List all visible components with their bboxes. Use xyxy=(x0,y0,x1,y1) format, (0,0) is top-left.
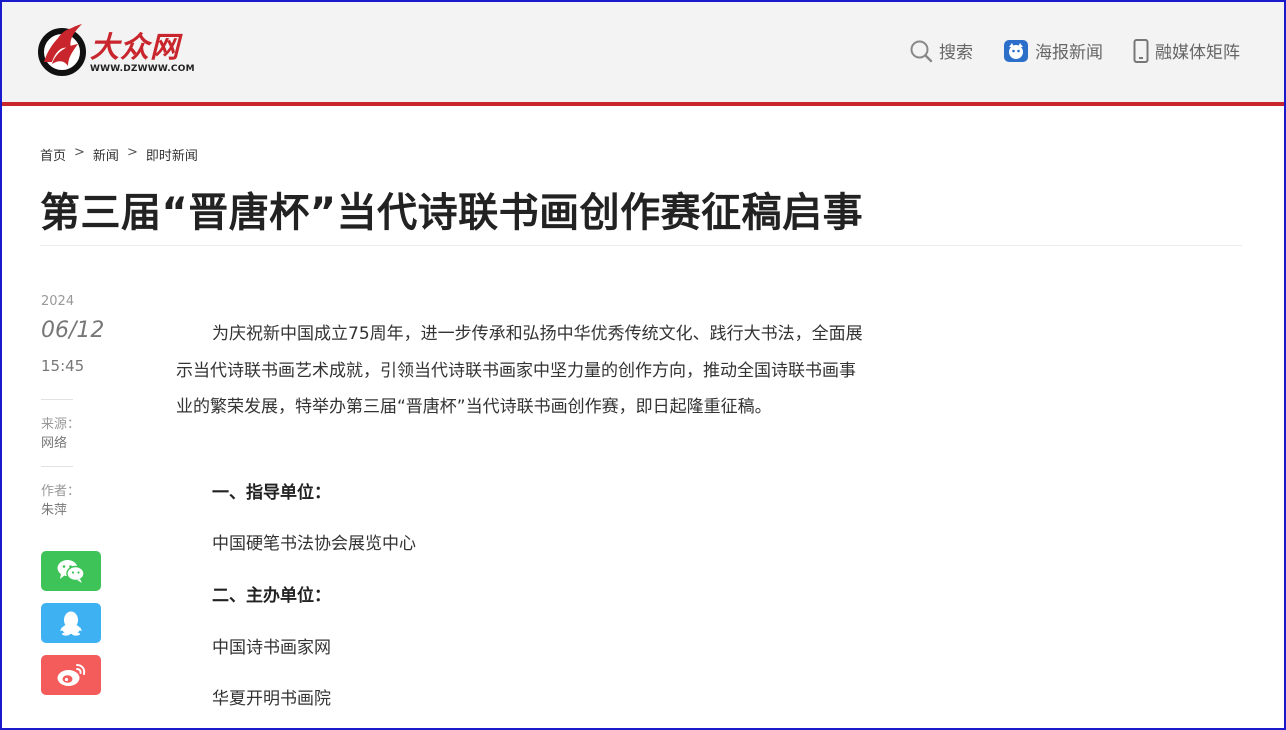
publish-year: 2024 xyxy=(41,294,75,309)
header-nav: 搜索 海报新闻 融媒体矩阵 xyxy=(909,38,1240,63)
meta-divider xyxy=(41,399,73,400)
header-accent-bar xyxy=(2,102,1284,106)
nav-poster-news[interactable]: 海报新闻 xyxy=(1003,38,1103,63)
source-value: 网络 xyxy=(41,436,68,451)
poster-news-icon xyxy=(1004,39,1028,62)
nav-media-matrix-label: 融媒体矩阵 xyxy=(1155,43,1240,63)
search-icon xyxy=(910,40,933,62)
section-heading: 二、主办单位： xyxy=(212,586,331,606)
section-item: 华夏开明书画院 xyxy=(212,689,331,709)
logo-emblem-icon xyxy=(38,24,86,76)
nav-search[interactable]: 搜索 xyxy=(909,38,973,63)
breadcrumb-instant-news[interactable]: 即时新闻 xyxy=(146,145,198,164)
publish-time: 15:45 xyxy=(41,357,85,375)
breadcrumb-separator: > xyxy=(126,145,138,160)
breadcrumb: 首页 > 新闻 > 即时新闻 xyxy=(40,145,198,164)
share-wechat-button[interactable] xyxy=(41,551,101,591)
wechat-icon xyxy=(57,560,85,583)
article-body: 为庆祝新中国成立75周年，进一步传承和弘扬中华优秀传统文化、践行大书法，全面展示… xyxy=(176,316,866,709)
share-weibo-button[interactable] xyxy=(41,655,101,695)
breadcrumb-home[interactable]: 首页 xyxy=(40,145,66,164)
breadcrumb-news[interactable]: 新闻 xyxy=(93,145,119,164)
phone-icon xyxy=(1133,38,1149,63)
weibo-icon xyxy=(57,664,86,686)
publish-date: 06/12 xyxy=(41,318,105,343)
qq-icon xyxy=(60,611,82,636)
nav-media-matrix[interactable]: 融媒体矩阵 xyxy=(1133,38,1240,63)
browser-frame: 大众网 WWW.DZWWW.COM 搜索 海报新闻 融媒体矩阵 首页 > 新闻 … xyxy=(0,0,1286,730)
logo-text: 大众网 xyxy=(90,30,181,64)
author-label: 作者： xyxy=(41,484,81,499)
logo-url: WWW.DZWWW.COM xyxy=(90,64,195,74)
author-value: 朱萍 xyxy=(41,503,68,518)
meta-divider xyxy=(41,466,73,467)
source-label: 来源： xyxy=(41,417,81,432)
nav-poster-news-label: 海报新闻 xyxy=(1035,43,1103,63)
nav-search-label: 搜索 xyxy=(939,43,973,63)
site-logo[interactable]: 大众网 WWW.DZWWW.COM xyxy=(38,22,195,78)
section-item: 中国诗书画家网 xyxy=(212,638,331,658)
section-item: 中国硬笔书法协会展览中心 xyxy=(212,534,416,554)
article-intro-paragraph: 为庆祝新中国成立75周年，进一步传承和弘扬中华优秀传统文化、践行大书法，全面展示… xyxy=(176,324,863,417)
site-header: 大众网 WWW.DZWWW.COM 搜索 海报新闻 融媒体矩阵 xyxy=(2,2,1284,102)
title-divider xyxy=(40,245,1242,246)
share-qq-button[interactable] xyxy=(41,603,101,643)
breadcrumb-separator: > xyxy=(74,145,85,160)
section-heading: 一、指导单位： xyxy=(212,483,331,503)
article-title: 第三届“晋唐杯”当代诗联书画创作赛征稿启事 xyxy=(40,190,864,236)
